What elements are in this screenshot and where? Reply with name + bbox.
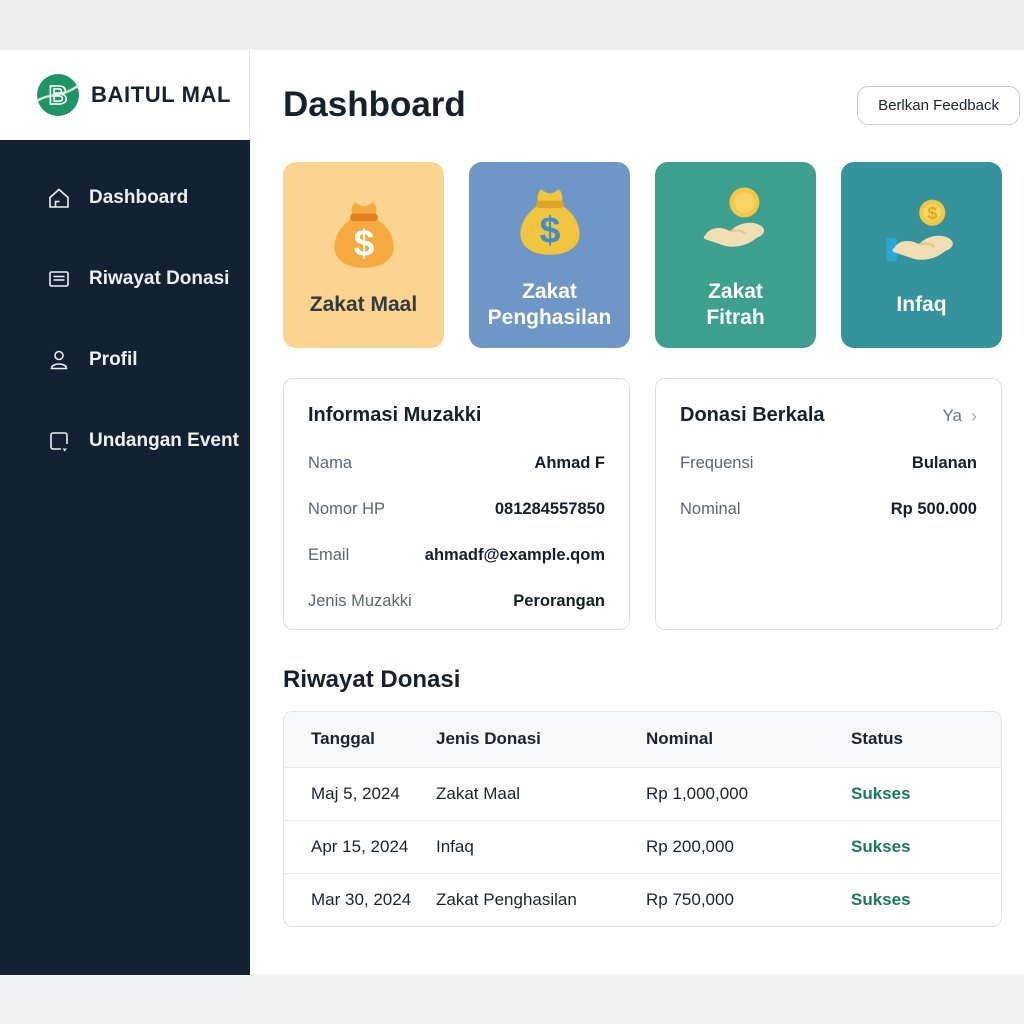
main-header: Dashboard Berlkan Feedback: [283, 82, 1002, 128]
muzakki-row-nomor-hp: Nomor HP 081284557850: [308, 500, 605, 519]
home-icon: [46, 185, 72, 211]
field-value: 081284557850: [495, 500, 605, 519]
cell-jenis-donasi: Infaq: [436, 820, 646, 873]
cell-nominal: Rp 200,000: [646, 820, 851, 873]
sidebar-item-label: Dashboard: [89, 187, 188, 209]
berkala-toggle-link[interactable]: Ya ›: [942, 406, 977, 426]
table-row[interactable]: Apr 15, 2024 Infaq Rp 200,000 Sukses: [284, 820, 1001, 873]
money-bag-icon: $: [322, 192, 406, 280]
svg-text:$: $: [353, 221, 374, 263]
sidebar: B BAITUL MAL Dashboard Ri: [0, 50, 250, 975]
status-badge: Sukses: [851, 820, 1001, 873]
brand-name: BAITUL MAL: [91, 82, 231, 108]
table-header-row: Tanggal Jenis Donasi Nominal Status: [284, 712, 1001, 767]
svg-text:$: $: [927, 203, 937, 223]
zakat-cards-row: $ Zakat Maal $ Zakat Penghasil: [283, 162, 1002, 348]
table-row[interactable]: Maj 5, 2024 Zakat Maal Rp 1,000,000 Suks…: [284, 767, 1001, 820]
brand-logo-icon: B: [36, 73, 80, 117]
card-infaq[interactable]: $ Infaq: [841, 162, 1002, 348]
muzakki-row-email: Email ahmadf@example.qom: [308, 546, 605, 565]
field-value: ahmadf@example.qom: [425, 546, 605, 565]
zakat-card-label: Zakat Maal: [310, 292, 417, 318]
field-value: Perorangan: [513, 592, 605, 611]
column-header-jenis-donasi: Jenis Donasi: [436, 712, 646, 767]
cell-nominal: Rp 750,000: [646, 873, 851, 926]
money-bag-icon: $: [508, 179, 592, 267]
field-label: Frequensi: [680, 454, 753, 473]
muzakki-card-header: Informasi Muzakki: [308, 404, 605, 427]
field-label: Email: [308, 546, 349, 565]
donasi-berkala-card: Donasi Berkala Ya › Frequensi Bulanan No…: [655, 378, 1002, 630]
riwayat-table: Tanggal Jenis Donasi Nominal Status Maj …: [283, 711, 1002, 927]
field-label: Nomor HP: [308, 500, 385, 519]
brand-logo: B BAITUL MAL: [0, 50, 250, 140]
sidebar-item-dashboard[interactable]: Dashboard: [0, 178, 250, 218]
field-label: Nominal: [680, 500, 741, 519]
sidebar-item-label: Profil: [89, 349, 138, 371]
status-badge: Sukses: [851, 767, 1001, 820]
muzakki-row-nama: Nama Ahmad F: [308, 454, 605, 473]
zakat-card-label: Zakat Fitrah: [706, 279, 764, 332]
top-letterbox: [0, 0, 1024, 50]
zakat-card-label: Zakat Penghasilan: [488, 279, 612, 332]
sidebar-nav: Dashboard Riwayat Donasi Profil: [0, 140, 250, 975]
sidebar-item-undangan-event[interactable]: Undangan Event: [0, 421, 250, 461]
feedback-button[interactable]: Berlkan Feedback: [857, 86, 1020, 125]
app-window: B BAITUL MAL Dashboard Ri: [0, 50, 1024, 975]
table-row[interactable]: Mar 30, 2024 Zakat Penghasilan Rp 750,00…: [284, 873, 1001, 926]
sidebar-item-profil[interactable]: Profil: [0, 340, 250, 380]
column-header-tanggal: Tanggal: [284, 712, 436, 767]
muzakki-card-title: Informasi Muzakki: [308, 404, 481, 427]
list-icon: [46, 266, 72, 292]
sidebar-item-label: Riwayat Donasi: [89, 268, 229, 290]
field-label: Jenis Muzakki: [308, 592, 412, 611]
cell-jenis-donasi: Zakat Penghasilan: [436, 873, 646, 926]
cell-nominal: Rp 1,000,000: [646, 767, 851, 820]
berkala-card-header: Donasi Berkala Ya ›: [680, 404, 977, 427]
card-zakat-maal[interactable]: $ Zakat Maal: [283, 162, 444, 348]
svg-text:$: $: [539, 208, 560, 250]
field-value: Ahmad F: [534, 454, 605, 473]
bottom-letterbox: [0, 975, 1024, 1024]
field-value: Bulanan: [912, 454, 977, 473]
info-cards-row: Informasi Muzakki Nama Ahmad F Nomor HP …: [283, 378, 1002, 630]
column-header-nominal: Nominal: [646, 712, 851, 767]
card-zakat-fitrah[interactable]: Zakat Fitrah: [655, 162, 816, 348]
chevron-right-icon: ›: [971, 407, 977, 425]
berkala-row-frequensi: Frequensi Bulanan: [680, 454, 977, 473]
berkala-toggle-value: Ya: [942, 406, 962, 426]
user-icon: [46, 347, 72, 373]
cell-jenis-donasi: Zakat Maal: [436, 767, 646, 820]
sidebar-item-label: Undangan Event: [89, 430, 239, 452]
card-zakat-penghasilan[interactable]: $ Zakat Penghasilan: [469, 162, 630, 348]
hand-coin-icon: $: [878, 192, 966, 280]
column-header-status: Status: [851, 712, 1001, 767]
cell-tanggal: Maj 5, 2024: [284, 767, 436, 820]
riwayat-section-title: Riwayat Donasi: [283, 666, 1002, 694]
status-badge: Sukses: [851, 873, 1001, 926]
page: B BAITUL MAL Dashboard Ri: [0, 0, 1024, 1024]
hand-coin-icon: [692, 179, 780, 267]
page-title: Dashboard: [283, 85, 466, 125]
main-content: Dashboard Berlkan Feedback $ Zakat Maal: [250, 50, 1024, 975]
cell-tanggal: Apr 15, 2024: [284, 820, 436, 873]
berkala-card-title: Donasi Berkala: [680, 404, 825, 427]
cell-tanggal: Mar 30, 2024: [284, 873, 436, 926]
svg-text:B: B: [49, 80, 68, 110]
muzakki-row-jenis: Jenis Muzakki Perorangan: [308, 592, 605, 611]
sidebar-item-riwayat-donasi[interactable]: Riwayat Donasi: [0, 259, 250, 299]
event-icon: [46, 428, 72, 454]
muzakki-info-card: Informasi Muzakki Nama Ahmad F Nomor HP …: [283, 378, 630, 630]
berkala-row-nominal: Nominal Rp 500.000: [680, 500, 977, 519]
field-label: Nama: [308, 454, 352, 473]
zakat-card-label: Infaq: [896, 292, 946, 318]
field-value: Rp 500.000: [891, 500, 977, 519]
